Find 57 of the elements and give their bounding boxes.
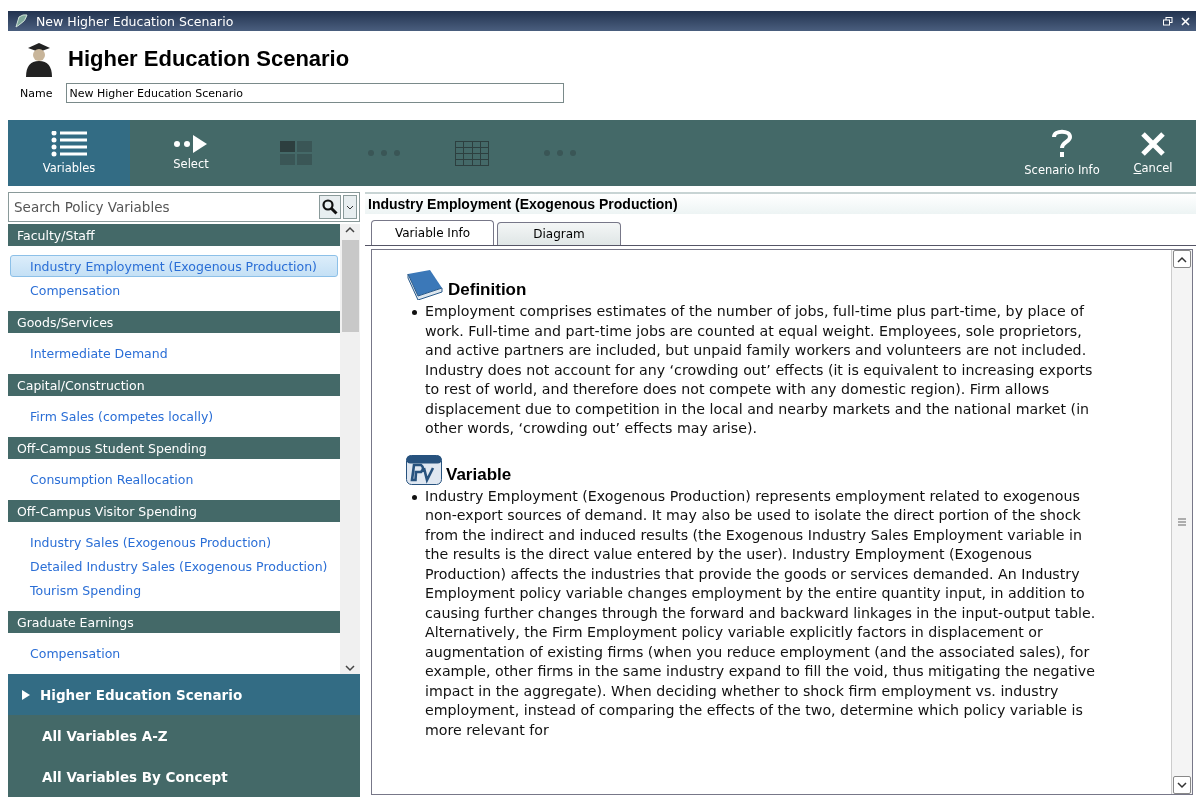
chevron-down-icon (346, 204, 354, 210)
feather-icon (14, 14, 28, 28)
variables-button[interactable]: Variables (8, 120, 130, 186)
group-header: Capital/Construction (8, 374, 340, 396)
variable-item[interactable]: Firm Sales (competes locally) (10, 405, 338, 427)
variable-item[interactable]: Compensation (10, 642, 338, 664)
table-icon (455, 140, 489, 166)
name-label: Name (20, 86, 53, 100)
page-title: Higher Education Scenario (68, 46, 350, 72)
group-header: Graduate Earnings (8, 611, 340, 633)
pv-logo-icon (406, 454, 442, 485)
info-button[interactable]: Scenario Info (1014, 120, 1110, 186)
bullet-icon (412, 494, 417, 500)
variable-item[interactable]: Detailed Industry Sales (Exogenous Production) (10, 555, 338, 577)
restore-icon[interactable] (1163, 16, 1173, 26)
tab[interactable]: Variable Info (371, 220, 494, 245)
tab[interactable]: Diagram (497, 222, 621, 245)
search-field[interactable]: Search Policy Variables (8, 192, 360, 222)
nav-item[interactable]: Higher Education Scenario (8, 674, 360, 715)
help-icon (1051, 129, 1073, 159)
scrollbar[interactable] (1171, 250, 1192, 794)
chevron-down-icon[interactable] (345, 662, 355, 674)
detail-title: Industry Employment (Exogenous Production) (365, 192, 1196, 214)
section-heading: Variable (446, 464, 512, 485)
search-button[interactable] (319, 195, 341, 219)
section-text: Employment comprises estimates of the number of jobs, full-time plus part-time, by place of work. Full-time and part-time jobs are counted at equal weight. Employees, sole proprietors, and active partners are included, but unpaid family workers and volunteers are not included. Industry does not account for any ‘crowding out’ effects (it is equivalent to increasing exports to rest of world, and therefore does not compete with any domestic region). Firm allows displacement due to competition in the local and nearby markets and the national market (in other words, ‘crowding out’ effects may arise). (425, 302, 1094, 438)
variable-item[interactable]: Compensation (10, 279, 338, 301)
chevron-up-icon[interactable] (1177, 255, 1187, 263)
arrow-icon (174, 135, 208, 153)
close-icon[interactable] (1181, 16, 1190, 26)
bullet-icon (412, 310, 417, 315)
scrollbar[interactable] (340, 224, 360, 674)
group-header: Goods/Services (8, 311, 340, 333)
window-title: New Higher Education Scenario (36, 13, 235, 29)
triangle-icon (22, 689, 30, 700)
variable-item[interactable]: Tourism Spending (10, 579, 338, 601)
cancel-button[interactable]: Cancel (1110, 120, 1196, 186)
grip-icon[interactable] (1177, 518, 1187, 526)
grid-icon (280, 141, 312, 165)
variable-item[interactable]: Intermediate Demand (10, 342, 338, 364)
variable-item[interactable]: Consumption Reallocation (10, 468, 338, 490)
name-field[interactable]: New Higher Education Scenario (66, 83, 565, 103)
group-header: Faculty/Staff (8, 224, 340, 246)
group-header: Off-Campus Visitor Spending (8, 500, 340, 522)
select-button[interactable]: Select (130, 120, 252, 186)
book-icon (406, 270, 444, 300)
scroll-thumb[interactable] (341, 240, 359, 332)
group-header: Off-Campus Student Spending (8, 437, 340, 459)
chevron-down-icon[interactable] (1177, 781, 1187, 789)
close-icon (1140, 131, 1166, 157)
section-text: Industry Employment (Exogenous Production) represents employment related to exogenous non-export sources of demand. It may also be used to isolate the direct portion of the shock from the indirect and induced results (the Exogenous Industry Sales Employment variable in the results is the direct value entered by the user). Industry Employment (Exogenous Production) affects the industries that provide the goods or services demanded. An Industry Employment policy variable changes employment by the entire quantity input, in addition to causing further changes through the forward and backward linkages in the input-output table. Alternatively, the Firm Employment policy variable explicitly factors in displacement or augmentation of existing firms (when you reduce employment (and the associated sales), for example, other firms in the same industry expand to fill the void, thus mitigating the negative impact in the aggregate). When deciding whether to shock firm employment vs. industry employment, instead of comparing the effects of the two, determine which policy variable is more relevant for (425, 486, 1097, 740)
nav-item[interactable]: All Variables By Concept (8, 756, 360, 797)
nav-item[interactable]: All Variables A-Z (8, 715, 360, 756)
list-icon (51, 131, 87, 157)
variable-item[interactable]: Industry Sales (Exogenous Production) (10, 531, 338, 553)
variable-item[interactable]: Industry Employment (Exogenous Production) (10, 255, 338, 277)
section-heading: Definition (448, 280, 527, 300)
